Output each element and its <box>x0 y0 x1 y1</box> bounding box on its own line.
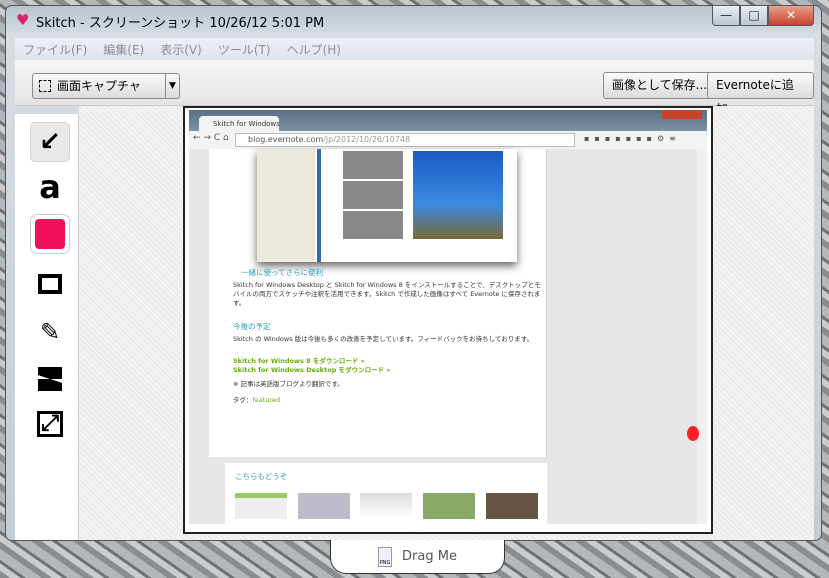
drag-me-handle[interactable]: PNG Drag Me <box>330 540 505 574</box>
browser-tab: Skitch for Windows Desk <box>199 116 279 132</box>
section-body: Skitch の Windows 版は今後も多くの改善を予定しています。フィード… <box>233 335 534 343</box>
text-icon: a <box>39 168 61 206</box>
article-column: 一緒に使ってさらに便利 Skitch for Windows Desktop と… <box>209 149 547 457</box>
toolbar: 画面キャプチャ ▼ 画像として保存... Evernoteに追加 <box>15 60 814 116</box>
section-heading: 一緒に使ってさらに便利 <box>241 268 324 277</box>
highlighter-icon: ✎ <box>39 318 61 346</box>
section-heading: 今後の予定 <box>233 322 271 331</box>
color-picker[interactable] <box>30 214 70 254</box>
menu-bar: ファイル(F) 編集(E) 表示(V) ツール(T) ヘルプ(H) <box>15 38 814 60</box>
tags-label: タグ： <box>233 396 253 404</box>
highlighter-tool[interactable]: ✎ <box>30 312 70 352</box>
maximize-button[interactable]: □ <box>740 6 768 26</box>
captured-screenshot[interactable]: Skitch for Windows Desk ← → C ⌂ blog.eve… <box>183 106 713 534</box>
rectangle-tool[interactable] <box>30 264 70 304</box>
pixelate-icon <box>38 367 62 391</box>
url-field: blog.evernote.com/jp/2012/10/26/10748 <box>235 133 575 147</box>
window-title: Skitch - スクリーンショット 10/26/12 5:01 PM <box>36 16 325 31</box>
tags: タグ：featured <box>233 394 280 404</box>
resize-icon: ⤢ <box>37 411 63 437</box>
related-thumbnail <box>360 493 412 519</box>
related-heading: こちらもどうぞ <box>235 472 288 481</box>
menu-tools[interactable]: ツール(T) <box>210 38 279 60</box>
browser-window: Skitch for Windows Desk ← → C ⌂ blog.eve… <box>189 110 707 524</box>
arrow-tool[interactable]: ↙ <box>30 122 70 162</box>
png-file-icon: PNG <box>378 546 393 567</box>
menu-view[interactable]: 表示(V) <box>152 38 210 60</box>
capture-mode-label: 画面キャプチャ <box>57 79 141 93</box>
related-posts: こちらもどうぞ <box>225 463 547 524</box>
resize-tool[interactable]: ⤢ <box>30 404 70 444</box>
text-tool[interactable]: a <box>30 167 70 207</box>
save-as-image-button[interactable]: 画像として保存... <box>603 72 717 99</box>
red-dot-annotation <box>687 426 699 441</box>
marquee-icon <box>39 80 51 92</box>
browser-address-bar: ← → C ⌂ blog.evernote.com/jp/2012/10/26/… <box>189 131 707 149</box>
nav-icons: ← → C ⌂ <box>193 133 229 143</box>
section-body: Skitch for Windows Desktop と Skitch for … <box>233 281 541 307</box>
drag-me-label: Drag Me <box>402 549 457 564</box>
related-thumbnail <box>486 493 538 519</box>
related-thumbnail <box>298 493 350 519</box>
related-thumbnail <box>423 493 475 519</box>
browser-scrollbar <box>697 149 707 524</box>
add-to-evernote-button[interactable]: Evernoteに追加 <box>707 72 814 116</box>
browser-window-controls <box>662 110 702 119</box>
url-path: /jp/2012/10/26/10748 <box>323 135 411 144</box>
tool-palette: ↙ a ✎ ⤢ <box>15 114 79 540</box>
article-image <box>257 149 517 262</box>
url-host: blog.evernote.com <box>248 135 324 144</box>
arrow-icon: ↙ <box>39 127 61 157</box>
translation-note: ※ 記事は英語版ブログより翻訳です。 <box>233 380 344 388</box>
minimize-button[interactable]: — <box>712 6 740 26</box>
extension-icons: ▪▪▪▪▪▪▪⚙≡ <box>584 134 681 143</box>
web-page: 一緒に使ってさらに便利 Skitch for Windows Desktop と… <box>189 149 707 524</box>
rectangle-icon <box>38 274 62 294</box>
pixelate-tool[interactable] <box>30 359 70 399</box>
menu-edit[interactable]: 編集(E) <box>95 38 152 60</box>
menu-file[interactable]: ファイル(F) <box>15 38 95 60</box>
color-swatch <box>35 219 65 249</box>
tag-link: featured <box>252 396 281 404</box>
skitch-heart-icon: ♥ <box>16 11 30 29</box>
capture-mode-select[interactable]: 画面キャプチャ ▼ <box>32 73 180 99</box>
close-button[interactable]: ✕ <box>768 6 814 26</box>
download-link: Skitch for Windows Desktop をダウンロード » <box>233 366 391 374</box>
menu-help[interactable]: ヘルプ(H) <box>279 38 349 60</box>
related-thumbnail <box>235 493 287 519</box>
chevron-down-icon[interactable]: ▼ <box>166 74 179 98</box>
